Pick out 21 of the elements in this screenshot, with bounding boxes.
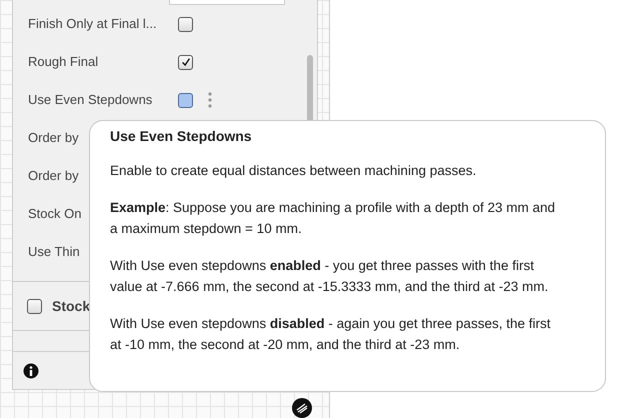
option-label: Use Even Stepdowns	[28, 92, 152, 107]
input-field[interactable]	[169, 0, 285, 5]
option-label: Order by	[28, 130, 79, 145]
tooltip-text: With Use even stepdowns disabled - again you get three passes, the first at -10 mm, the second at -20 mm, and the third at -23 mm.	[110, 315, 552, 354]
tooltip-text: Enable to create equal distances between machining passes.	[110, 162, 478, 180]
option-label: Use Thin	[28, 244, 80, 259]
option-label: Stock On	[28, 206, 82, 221]
checkbox[interactable]	[178, 92, 193, 108]
section-label: Stock	[52, 298, 90, 314]
checkmark-icon	[180, 56, 192, 68]
checkbox[interactable]	[178, 54, 193, 70]
hatch-icon[interactable]	[292, 398, 312, 418]
tooltip-text: With Use even stepdowns enabled - you get three passes with the first value at -7.666 mm, the second at -15.3333 mm, and the third at -23 mm.	[110, 257, 550, 296]
checkbox[interactable]	[27, 298, 42, 314]
tooltip-text: Example: Suppose you are machining a profile with a depth of 23 mm and a maximum stepdown = 10 mm.	[110, 199, 555, 238]
option-label: Finish Only at Final l...	[28, 16, 157, 31]
option-label: Rough Final	[28, 54, 98, 69]
info-icon[interactable]	[23, 362, 39, 378]
tooltip-title: Use Even Stepdowns	[110, 128, 253, 144]
checkbox[interactable]	[178, 16, 193, 32]
option-label: Order by	[28, 168, 79, 183]
